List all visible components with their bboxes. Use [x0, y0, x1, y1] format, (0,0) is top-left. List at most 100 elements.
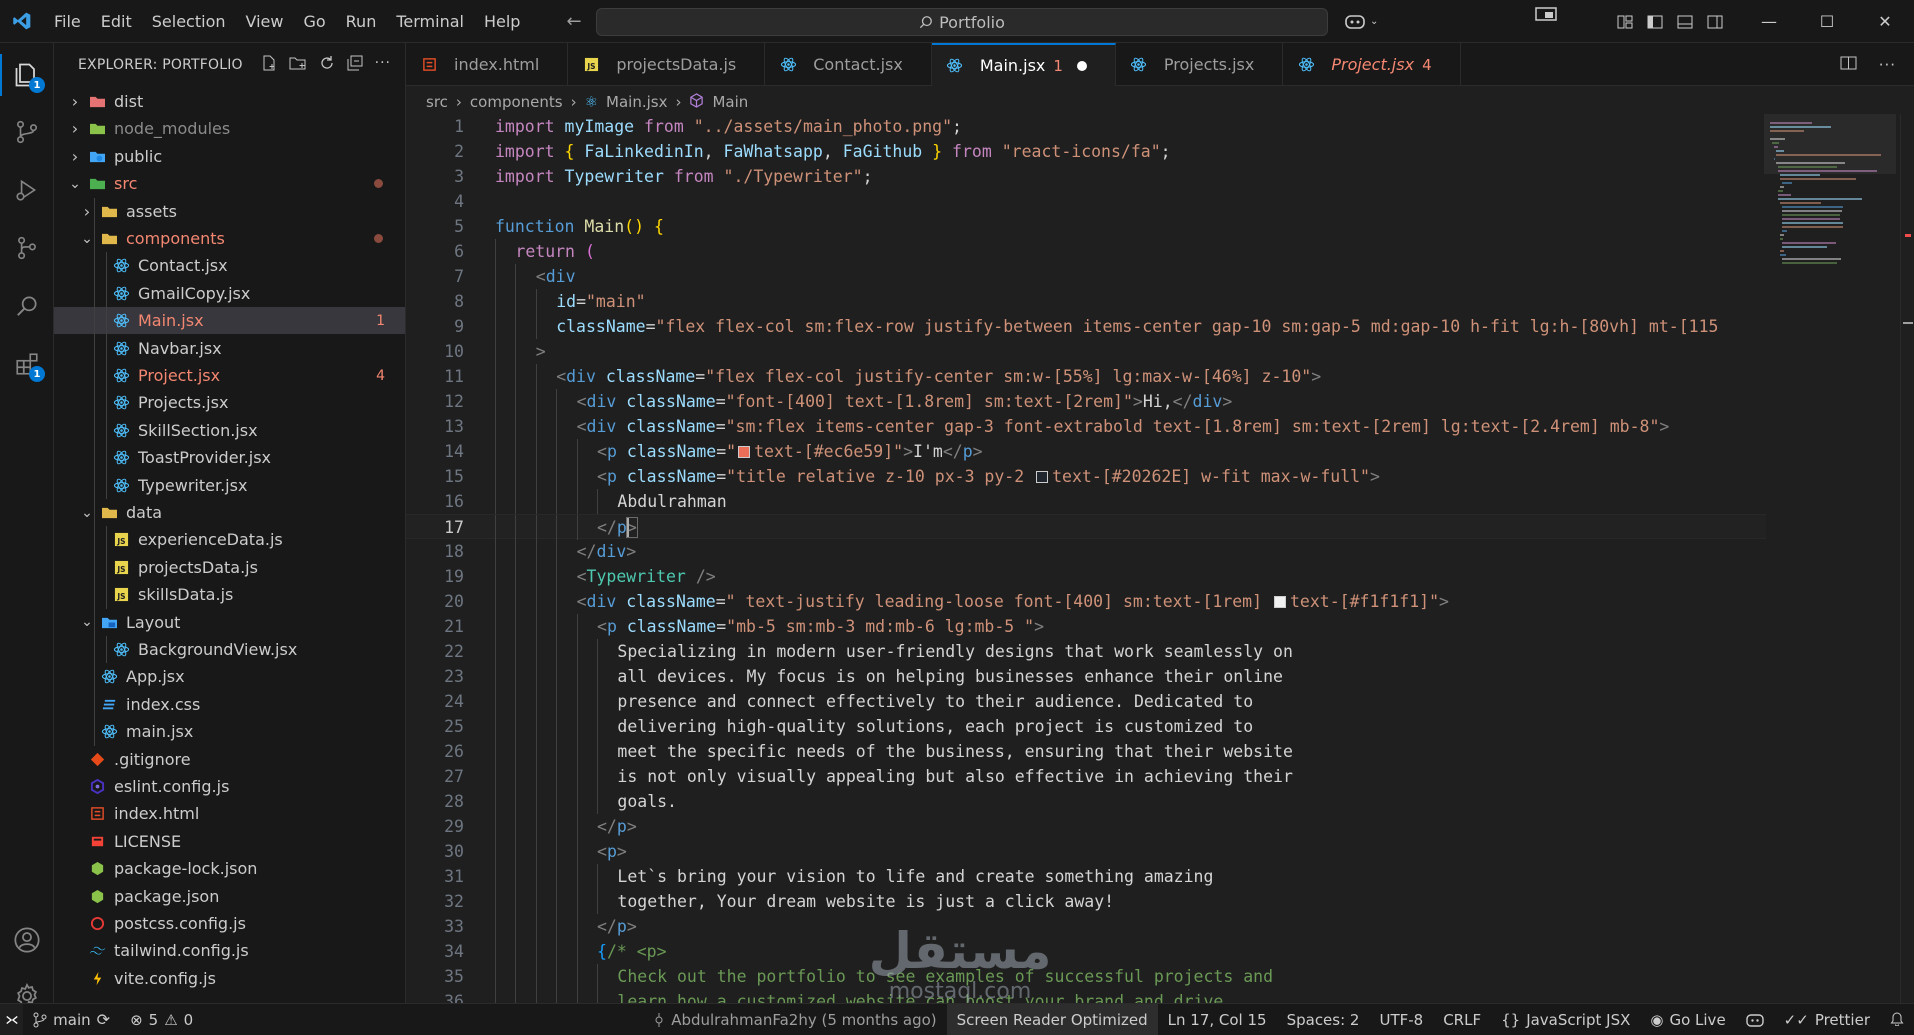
problems-status[interactable]: ⊗ 5 ⚠ 0 — [120, 1004, 203, 1035]
customize-layout-icon[interactable] — [1610, 0, 1640, 43]
code-line[interactable]: 15 <p className="title relative z-10 px-3… — [406, 464, 1766, 489]
unsaved-dot-icon[interactable] — [1076, 60, 1087, 71]
tree-file-index-css[interactable]: index.css — [54, 691, 405, 718]
code-line[interactable]: 14 <p className=" text-[#ec6e59]">I'm</p> — [406, 439, 1766, 464]
maximize-button[interactable]: ☐ — [1798, 0, 1856, 43]
copilot-icon[interactable]: ⌄ — [1344, 12, 1378, 30]
code-line[interactable]: 22 Specializing in modern user-friendly d… — [406, 639, 1766, 664]
more-actions-icon[interactable]: ··· — [1879, 56, 1896, 74]
tab-main-jsx[interactable]: Main.jsx 1 — [931, 43, 1116, 86]
code-line[interactable]: 23 all devices. My focus is on helping bu… — [406, 664, 1766, 689]
tree-folder-data[interactable]: ⌄ data — [54, 499, 405, 526]
code-line[interactable]: 25 delivering high-quality solutions, eac… — [406, 714, 1766, 739]
color-swatch[interactable] — [738, 446, 751, 458]
code-line[interactable]: 1 import myImage from "../assets/main_pho… — [406, 114, 1766, 139]
tab-projectsdata-js[interactable]: JS projectsData.js — [568, 43, 766, 86]
tree-folder-dist[interactable]: › dist — [54, 88, 405, 115]
code-line[interactable]: 9 className="flex flex-col sm:flex-row ju… — [406, 314, 1766, 339]
menu-item-terminal[interactable]: Terminal — [386, 0, 474, 43]
tree-folder-assets[interactable]: › assets — [54, 198, 405, 225]
copilot-status[interactable] — [1736, 1004, 1774, 1035]
notifications-button[interactable] — [1880, 1004, 1914, 1035]
color-swatch[interactable] — [1036, 471, 1049, 483]
tree-file-app-jsx[interactable]: App.jsx — [54, 663, 405, 690]
breadcrumb-file[interactable]: Main.jsx — [606, 93, 667, 111]
run-debug-icon[interactable] — [0, 163, 54, 217]
code-line[interactable]: 21 <p className="mb-5 sm:mb-3 md:mb-6 lg:… — [406, 614, 1766, 639]
menu-item-selection[interactable]: Selection — [142, 0, 236, 43]
code-line[interactable]: 11 <div className="flex flex-col justify-… — [406, 364, 1766, 389]
code-line[interactable]: 24 presence and connect effectively to th… — [406, 689, 1766, 714]
tree-folder-node-modules[interactable]: › node_modules — [54, 115, 405, 142]
sync-icon[interactable]: ⟳ — [97, 1010, 110, 1029]
code-line[interactable]: 8 id="main" — [406, 289, 1766, 314]
tree-file-package-json[interactable]: package.json — [54, 883, 405, 910]
language-mode[interactable]: {} JavaScript JSX — [1491, 1004, 1640, 1035]
remote-indicator-button[interactable] — [0, 1004, 24, 1035]
command-center-search[interactable]: Portfolio — [596, 8, 1328, 36]
toggle-panel-icon[interactable] — [1670, 0, 1700, 43]
tree-file-main-jsx[interactable]: main.jsx — [54, 718, 405, 745]
tree-file-package-lock-json[interactable]: package-lock.json — [54, 855, 405, 882]
toggle-secondary-sidebar-icon[interactable] — [1700, 0, 1730, 43]
code-line[interactable]: 2 import { FaLinkedinIn, FaWhatsapp, FaGi… — [406, 139, 1766, 164]
tab-projects-jsx[interactable]: Projects.jsx — [1116, 43, 1284, 86]
code-line[interactable]: 28 goals. — [406, 789, 1766, 814]
menu-item-go[interactable]: Go — [293, 0, 335, 43]
tree-file-vite-config-js[interactable]: vite.config.js — [54, 965, 405, 992]
tree-file-postcss-config-js[interactable]: postcss.config.js — [54, 910, 405, 937]
tree-file-tailwind-config-js[interactable]: tailwind.config.js — [54, 937, 405, 964]
code-line[interactable]: 4 — [406, 189, 1766, 214]
encoding-status[interactable]: UTF-8 — [1369, 1004, 1433, 1035]
vertical-scrollbar[interactable] — [1900, 114, 1914, 1003]
refresh-icon[interactable] — [319, 55, 335, 75]
code-line[interactable]: 31 Let`s bring your vision to life and cr… — [406, 864, 1766, 889]
code-line[interactable]: 19 <Typewriter /> — [406, 564, 1766, 589]
tree-file-license[interactable]: LICENSE — [54, 828, 405, 855]
search-icon[interactable] — [0, 279, 54, 333]
code-line[interactable]: 3 import Typewriter from "./Typewriter"; — [406, 164, 1766, 189]
explorer-icon[interactable]: 1 — [0, 48, 54, 102]
close-window-button[interactable]: ✕ — [1856, 0, 1914, 43]
git-graph-icon[interactable] — [0, 221, 54, 275]
collapse-all-icon[interactable] — [347, 55, 363, 75]
new-folder-icon[interactable] — [289, 55, 307, 75]
indentation-status[interactable]: Spaces: 2 — [1277, 1004, 1370, 1035]
breadcrumb-src[interactable]: src — [426, 93, 448, 111]
code-line[interactable]: 12 <div className="font-[400] text-[1.8re… — [406, 389, 1766, 414]
menu-item-edit[interactable]: Edit — [91, 0, 142, 43]
tree-folder-components[interactable]: ⌄ components — [54, 225, 405, 252]
back-arrow-icon[interactable]: ← — [566, 11, 581, 32]
breadcrumb-components[interactable]: components — [470, 93, 563, 111]
git-blame-status[interactable]: AbdulrahmanFa2hy (5 months ago) — [643, 1004, 946, 1035]
more-actions-icon[interactable]: ··· — [375, 55, 391, 75]
code-line[interactable]: 30 <p> — [406, 839, 1766, 864]
menu-item-run[interactable]: Run — [336, 0, 387, 43]
code-line[interactable]: 7 <div — [406, 264, 1766, 289]
minimize-button[interactable]: — — [1740, 0, 1798, 43]
source-control-icon[interactable] — [0, 105, 54, 159]
code-line[interactable]: 18 </div> — [406, 539, 1766, 564]
tree-folder-layout[interactable]: ⌄ Layout — [54, 609, 405, 636]
tab-project-jsx[interactable]: Project.jsx 4 — [1283, 43, 1461, 86]
extensions-icon[interactable]: 1 — [0, 337, 54, 391]
code-line[interactable]: 5 function Main() { — [406, 214, 1766, 239]
cursor-position[interactable]: Ln 17, Col 15 — [1158, 1004, 1277, 1035]
prettier-status[interactable]: ✓✓ Prettier — [1774, 1004, 1880, 1035]
color-swatch[interactable] — [1274, 596, 1286, 608]
menu-item-view[interactable]: View — [236, 0, 294, 43]
eol-status[interactable]: CRLF — [1433, 1004, 1491, 1035]
tree-folder-public[interactable]: › public — [54, 143, 405, 170]
screen-reader-status[interactable]: Screen Reader Optimized — [946, 1004, 1158, 1035]
tree-file--gitignore[interactable]: .gitignore — [54, 746, 405, 773]
tab-index-html[interactable]: index.html — [406, 43, 569, 86]
minimap[interactable] — [1764, 114, 1896, 284]
code-line[interactable]: 10 > — [406, 339, 1766, 364]
toggle-primary-sidebar-icon[interactable] — [1640, 0, 1670, 43]
split-editor-icon[interactable] — [1840, 55, 1857, 75]
code-editor[interactable]: 1 import myImage from "../assets/main_pho… — [406, 114, 1914, 1003]
menu-item-help[interactable]: Help — [474, 0, 530, 43]
code-line[interactable]: 26 meet the specific needs of the busines… — [406, 739, 1766, 764]
menu-item-file[interactable]: File — [44, 0, 91, 43]
tab-contact-jsx[interactable]: Contact.jsx — [765, 43, 932, 86]
